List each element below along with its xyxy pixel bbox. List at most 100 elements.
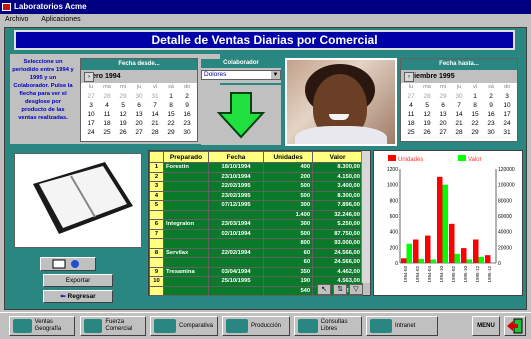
calendar-day[interactable]: 24 [83, 128, 99, 137]
calendar-day[interactable]: 27 [403, 92, 419, 101]
calendar-day[interactable]: 15 [467, 110, 483, 119]
grid-header-unidades[interactable]: Unidades [263, 151, 314, 163]
calendar-day[interactable]: 23 [483, 119, 499, 128]
calendar-day[interactable]: 10 [499, 101, 515, 110]
calendar-day[interactable]: 1 [467, 92, 483, 101]
calendar-day[interactable]: 29 [115, 92, 131, 101]
calendar-day[interactable]: 25 [403, 128, 419, 137]
table-row[interactable]: 1.400 32.246,00 [149, 209, 363, 220]
calendar-day[interactable]: 27 [83, 92, 99, 101]
chevron-down-icon[interactable]: ▼ [271, 71, 280, 79]
calendar-day[interactable]: 13 [131, 110, 147, 119]
calendar-day[interactable]: 30 [131, 92, 147, 101]
calendar-day[interactable]: 23 [179, 119, 195, 128]
calendar-day[interactable]: 22 [163, 119, 179, 128]
filter-icon[interactable]: ▽ [349, 284, 363, 295]
taskbar-intranet[interactable]: Intranet [366, 316, 438, 336]
calendar-day[interactable]: 13 [435, 110, 451, 119]
calendar-day[interactable]: 27 [435, 128, 451, 137]
calendar-day[interactable]: 14 [147, 110, 163, 119]
calendar-day[interactable]: 20 [131, 119, 147, 128]
calendar-day[interactable]: 21 [147, 119, 163, 128]
grid-header-valor[interactable]: Valor [312, 151, 363, 163]
grid-header-fecha[interactable]: Fecha [207, 151, 265, 163]
calendar-day[interactable]: 5 [115, 101, 131, 110]
calendar-day[interactable]: 28 [147, 128, 163, 137]
calendar-day[interactable]: 17 [499, 110, 515, 119]
calendar-day[interactable]: 6 [435, 101, 451, 110]
to-day-grid[interactable]: lu ma mi ju vi sá do 27 28 29 30 1 2 3 4 5 6 7 8 9 10 11 12 13 1… [401, 83, 517, 137]
menu-aplicaciones[interactable]: Aplicaciones [41, 16, 80, 23]
table-row[interactable]: 5 07/12/1995 300 7.896,00 [149, 200, 363, 211]
calendar-day[interactable]: 24 [499, 119, 515, 128]
calendar-day[interactable]: 10 [83, 110, 99, 119]
calendar-day[interactable]: 30 [179, 128, 195, 137]
calendar-day[interactable]: 28 [419, 92, 435, 101]
calendar-day[interactable]: 7 [147, 101, 163, 110]
calendar-day[interactable]: 11 [403, 110, 419, 119]
calendar-day[interactable]: 19 [115, 119, 131, 128]
calendar-day[interactable]: 29 [435, 92, 451, 101]
back-button[interactable]: ⇐ Regresar [43, 290, 113, 303]
calendar-day[interactable]: 9 [483, 101, 499, 110]
table-row[interactable]: 8 Servilax 22/02/1994 60 24.566,00 [149, 247, 363, 258]
calendar-day[interactable]: 1 [163, 92, 179, 101]
taskbar-fuerza-comercial[interactable]: Fuerza Comercial [80, 316, 146, 336]
taskbar-consultas-libres[interactable]: Consultas Libres [294, 316, 362, 336]
table-row[interactable]: 4 23/02/1995 500 8.300,00 [149, 190, 363, 201]
calendar-day[interactable]: 16 [179, 110, 195, 119]
calendar-day[interactable]: 20 [435, 119, 451, 128]
calendar-day[interactable]: 18 [403, 119, 419, 128]
export-button[interactable]: Exportar [43, 274, 113, 287]
grid-header-preparado[interactable]: Preparado [163, 151, 209, 163]
calendar-day[interactable]: 26 [115, 128, 131, 137]
calendar-day[interactable]: 14 [451, 110, 467, 119]
calendar-day[interactable]: 3 [499, 92, 515, 101]
calendar-day[interactable]: 28 [99, 92, 115, 101]
calendar-day[interactable]: 28 [451, 128, 467, 137]
calendar-day[interactable]: 7 [451, 101, 467, 110]
menu-archivo[interactable]: Archivo [5, 16, 28, 23]
from-next-month-button[interactable]: › [84, 71, 94, 82]
calendar-day[interactable]: 29 [467, 128, 483, 137]
table-row[interactable]: 6 Integralon 23/03/1994 300 5.250,00 [149, 219, 363, 230]
collaborator-select[interactable]: Dolores ▼ [201, 70, 281, 80]
taskbar-produccion[interactable]: Producción [222, 316, 290, 336]
from-day-grid[interactable]: lu ma mi ju vi sá do 27 28 29 30 31 1 2 3 4 5 6 7 8 9 10 11 12 1… [81, 83, 197, 137]
pointer-icon[interactable]: ↖ [317, 284, 331, 295]
calendar-day[interactable]: 9 [179, 101, 195, 110]
calendar-day[interactable]: 22 [467, 119, 483, 128]
table-row[interactable]: 3 22/02/1995 500 3.400,00 [149, 181, 363, 192]
menu-button[interactable]: MENU [472, 316, 500, 336]
grid-scrollbar[interactable] [361, 151, 370, 283]
calendar-day[interactable]: 6 [131, 101, 147, 110]
calendar-day[interactable]: 26 [419, 128, 435, 137]
calendar-day[interactable]: 17 [83, 119, 99, 128]
calendar-day[interactable]: 4 [99, 101, 115, 110]
calendar-day[interactable]: 15 [163, 110, 179, 119]
table-row[interactable]: 1 Forestin 18/10/1994 400 8.300,00 [149, 162, 363, 173]
to-next-month-button[interactable]: › [404, 71, 414, 82]
calendar-day[interactable]: 31 [147, 92, 163, 101]
from-calendar[interactable]: Fecha desde... ‹ enero 1994 › lumamijuvi… [80, 58, 198, 142]
calendar-day[interactable]: 8 [467, 101, 483, 110]
table-row[interactable]: 2 23/10/1994 200 4.150,00 [149, 171, 363, 182]
table-row[interactable]: 9 Tresamina 03/04/1994 350 4.462,00 [149, 266, 363, 277]
to-calendar[interactable]: Fecha hasta... ‹ diciembre 1995 › lumami… [400, 58, 518, 142]
calendar-day[interactable]: 5 [419, 101, 435, 110]
calendar-day[interactable]: 12 [419, 110, 435, 119]
table-row[interactable]: 800 93.000,00 [149, 238, 363, 249]
calendar-day[interactable]: 3 [83, 101, 99, 110]
calendar-day[interactable]: 25 [99, 128, 115, 137]
calendar-day[interactable]: 18 [99, 119, 115, 128]
sort-icon[interactable]: ⇅ [333, 284, 347, 295]
calendar-day[interactable]: 31 [499, 128, 515, 137]
calendar-day[interactable]: 16 [483, 110, 499, 119]
calendar-day[interactable]: 21 [451, 119, 467, 128]
view-toggle-button[interactable] [40, 257, 96, 271]
calendar-day[interactable]: 19 [419, 119, 435, 128]
taskbar-ventas-geografia[interactable]: Ventas Geografía [9, 316, 75, 336]
calendar-day[interactable]: 30 [483, 128, 499, 137]
calendar-day[interactable]: 29 [163, 128, 179, 137]
calendar-day[interactable]: 11 [99, 110, 115, 119]
